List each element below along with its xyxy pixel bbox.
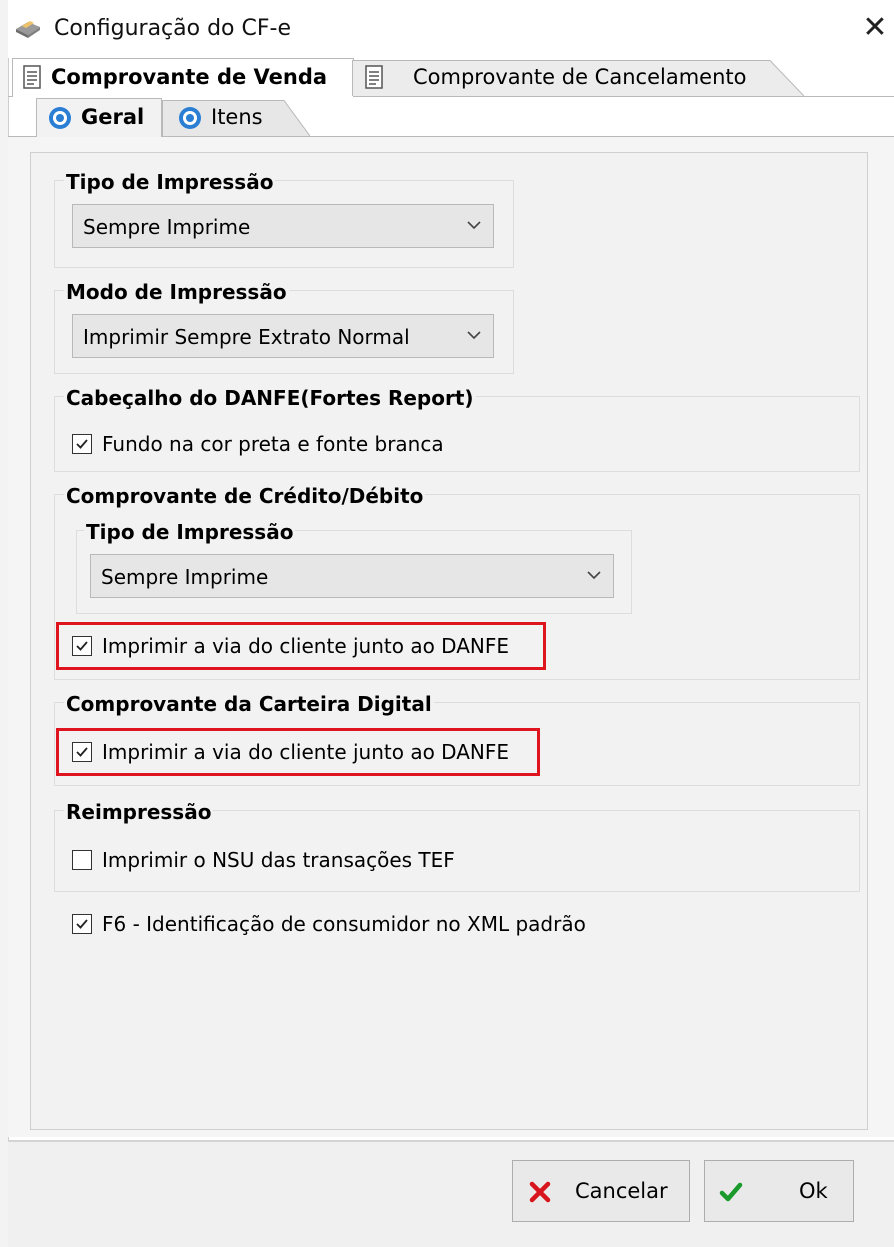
modo-impressao-select[interactable]: Imprimir Sempre Extrato Normal	[72, 314, 494, 358]
group-label: Reimpressão	[64, 800, 214, 824]
checkbox-label: F6 - Identificação de consumidor no XML …	[102, 912, 586, 936]
gear-icon	[179, 107, 201, 129]
close-icon	[529, 1181, 551, 1203]
checkmark-icon	[719, 1182, 743, 1202]
select-value: Sempre Imprime	[101, 565, 269, 589]
checkbox-box[interactable]	[72, 850, 92, 870]
close-icon[interactable]: ✕	[858, 10, 892, 46]
checkbox-label: Imprimir o NSU das transações TEF	[102, 848, 455, 872]
checkbox-f6-identificacao[interactable]: F6 - Identificação de consumidor no XML …	[72, 912, 586, 936]
group-label: Tipo de Impressão	[64, 170, 276, 194]
document-icon	[23, 65, 41, 89]
chevron-down-icon	[467, 331, 481, 340]
tab-comprovante-venda[interactable]: Comprovante de Venda	[12, 58, 354, 97]
window-title: Configuração do CF-e	[54, 16, 291, 41]
group-label: Tipo de Impressão	[84, 520, 296, 544]
group-label: Comprovante de Crédito/Débito	[64, 484, 426, 508]
tab-edge	[764, 60, 804, 96]
tab-label: Comprovante de Cancelamento	[413, 65, 747, 89]
group-label: Cabeçalho do DANFE(Fortes Report)	[64, 386, 476, 410]
checkbox-label: Imprimir a via do cliente junto ao DANFE	[102, 740, 510, 764]
chevron-down-icon	[467, 221, 481, 230]
group-label: Modo de Impressão	[64, 280, 289, 304]
tipo-impressao-select[interactable]: Sempre Imprime	[72, 204, 494, 248]
tab-comprovante-cancelamento[interactable]: Comprovante de Cancelamento	[352, 60, 766, 96]
checkbox-box[interactable]	[72, 636, 92, 656]
select-value: Imprimir Sempre Extrato Normal	[83, 325, 410, 349]
button-label: Ok	[799, 1179, 828, 1203]
document-icon	[365, 65, 383, 89]
checkbox-box[interactable]	[72, 914, 92, 934]
checkbox-fundo-preto[interactable]: Fundo na cor preta e fonte branca	[72, 432, 444, 456]
select-value: Sempre Imprime	[83, 215, 251, 239]
credito-tipo-select[interactable]: Sempre Imprime	[90, 554, 614, 598]
ok-button[interactable]: Ok	[704, 1160, 854, 1222]
button-label: Cancelar	[575, 1179, 668, 1203]
tab-edge	[280, 100, 310, 136]
checkbox-label: Fundo na cor preta e fonte branca	[102, 432, 444, 456]
checkbox-box[interactable]	[72, 742, 92, 762]
cancel-button[interactable]: Cancelar	[512, 1160, 690, 1222]
checkbox-credito-via-cliente[interactable]: Imprimir a via do cliente junto ao DANFE	[72, 634, 509, 658]
checkbox-carteira-via-cliente[interactable]: Imprimir a via do cliente junto ao DANFE	[72, 740, 509, 764]
gear-icon	[49, 107, 71, 129]
tab-label: Comprovante de Venda	[51, 65, 328, 89]
checkbox-label: Imprimir a via do cliente junto ao DANFE	[102, 634, 510, 658]
group-label: Comprovante da Carteira Digital	[64, 692, 434, 716]
checkbox-nsu-tef[interactable]: Imprimir o NSU das transações TEF	[72, 848, 455, 872]
tab-geral[interactable]: Geral	[36, 98, 162, 137]
chevron-down-icon	[587, 571, 601, 580]
checkbox-box[interactable]	[72, 434, 92, 454]
tab-itens[interactable]: Itens	[162, 100, 282, 136]
printer-app-icon	[16, 21, 40, 38]
tab-label: Itens	[211, 105, 263, 129]
tab-label: Geral	[81, 105, 145, 129]
